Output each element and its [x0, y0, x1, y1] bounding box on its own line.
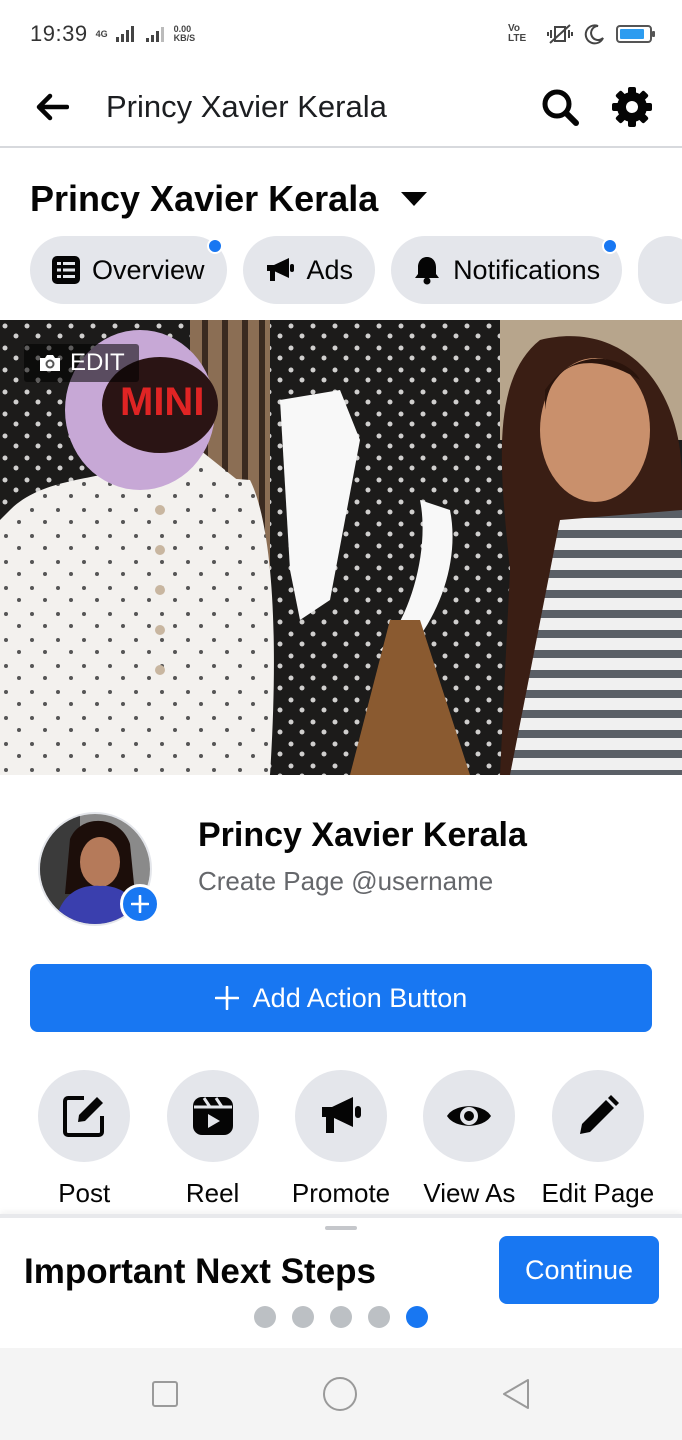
status-right: Vo LTE [508, 23, 655, 45]
signal-icon-2 [145, 27, 164, 42]
volte-label: Vo LTE [508, 23, 527, 44]
promote-button[interactable]: Promote [277, 1070, 405, 1209]
camera-icon [40, 355, 60, 371]
battery-icon [616, 25, 655, 43]
status-time: 19:39 [30, 21, 88, 46]
step-indicator [254, 1306, 428, 1328]
quick-actions: Post Reel Promote View As Edit Page [20, 1070, 662, 1209]
megaphone-icon [266, 258, 294, 281]
post-label: Post [58, 1178, 111, 1208]
top-app-bar: Princy Xavier Kerala [0, 68, 682, 148]
create-username-link[interactable]: Create Page @username [198, 866, 493, 897]
reel-button[interactable]: Reel [148, 1070, 276, 1209]
network-type: 4G [95, 28, 108, 39]
sheet-drag-handle[interactable] [325, 1226, 357, 1230]
view-as-icon-circle [423, 1070, 516, 1162]
step-dot[interactable] [292, 1306, 314, 1328]
bell-icon [415, 257, 440, 285]
tab-label: Notifications [453, 254, 601, 285]
tab-label: Ads [306, 254, 354, 285]
add-photo-button[interactable] [120, 884, 160, 924]
post-icon-circle [38, 1070, 131, 1162]
cover-image: MINI [0, 320, 682, 775]
notification-dot [602, 238, 619, 254]
edit-page-button[interactable]: Edit Page [534, 1070, 662, 1209]
edit-page-label: Edit Page [541, 1178, 655, 1208]
status-bar: 19:39 4G 0.00 KB/S Vo LTE [0, 0, 682, 68]
step-dot[interactable] [368, 1306, 390, 1328]
back-button[interactable] [0, 67, 106, 147]
gear-icon [612, 87, 652, 127]
signal-icon [115, 26, 134, 42]
caret-down-icon [401, 192, 428, 206]
profile-section: Princy Xavier Kerala Create Page @userna… [38, 812, 658, 932]
system-nav-bar [0, 1348, 682, 1440]
promote-icon-circle [295, 1070, 388, 1162]
cover-photo[interactable]: MINI EDIT [0, 320, 682, 775]
vibrate-icon [547, 24, 573, 44]
home-circle-icon[interactable] [321, 1375, 359, 1413]
view-as-button[interactable]: View As [405, 1070, 533, 1209]
profile-name: Princy Xavier Kerala [198, 816, 527, 854]
step-dot[interactable] [254, 1306, 276, 1328]
tab-ads[interactable]: Ads [242, 236, 376, 304]
edit-cover-label: EDIT [70, 349, 125, 376]
post-button[interactable]: Post [20, 1070, 148, 1209]
continue-button[interactable]: Continue [499, 1236, 659, 1304]
reel-icon-circle [166, 1070, 259, 1162]
tab-more[interactable] [638, 236, 682, 304]
eye-icon [447, 1106, 492, 1126]
page-switcher[interactable]: Princy Xavier Kerala [30, 178, 428, 220]
megaphone-icon [322, 1097, 362, 1133]
page-name: Princy Xavier Kerala [30, 178, 379, 219]
edit-cover-button[interactable]: EDIT [24, 344, 139, 382]
back-triangle-icon[interactable] [500, 1377, 532, 1411]
reel-label: Reel [185, 1178, 240, 1208]
top-bar-title: Princy Xavier Kerala [106, 89, 387, 124]
sign-text: MINI [120, 380, 204, 424]
status-left: 19:39 4G 0.00 KB/S [30, 21, 195, 47]
battery-fill [620, 29, 644, 39]
edit-page-icon-circle [551, 1070, 644, 1162]
notification-dot [206, 238, 223, 254]
data-speed: 0.00 KB/S [174, 25, 196, 43]
list-icon [52, 256, 80, 284]
search-button[interactable] [524, 67, 596, 147]
recents-square-icon[interactable] [150, 1379, 180, 1409]
add-action-button[interactable]: Add Action Button [30, 964, 652, 1032]
tab-label: Overview [92, 254, 205, 285]
plus-icon [214, 986, 239, 1010]
pencil-icon [579, 1095, 619, 1134]
promote-label: Promote [291, 1178, 391, 1208]
next-steps-title: Important Next Steps [24, 1252, 376, 1291]
profile-picture[interactable] [38, 812, 160, 926]
tab-notifications[interactable]: Notifications [391, 236, 623, 304]
view-as-label: View As [423, 1178, 516, 1208]
step-dot-active[interactable] [406, 1306, 428, 1328]
plus-icon [131, 895, 149, 913]
step-dot[interactable] [330, 1306, 352, 1328]
search-icon [542, 89, 579, 126]
settings-button[interactable] [596, 67, 668, 147]
add-action-button-label: Add Action Button [252, 982, 468, 1013]
tab-overview[interactable]: Overview [30, 236, 227, 304]
next-steps-sheet: Important Next Steps Continue [0, 1214, 682, 1348]
data-speed-unit: KB/S [173, 33, 196, 43]
moon-icon [584, 24, 604, 45]
reel-icon [192, 1097, 233, 1135]
page-tabs: Overview Ads Notifications [30, 236, 682, 306]
back-arrow-icon [36, 93, 69, 121]
compose-icon [63, 1096, 105, 1137]
